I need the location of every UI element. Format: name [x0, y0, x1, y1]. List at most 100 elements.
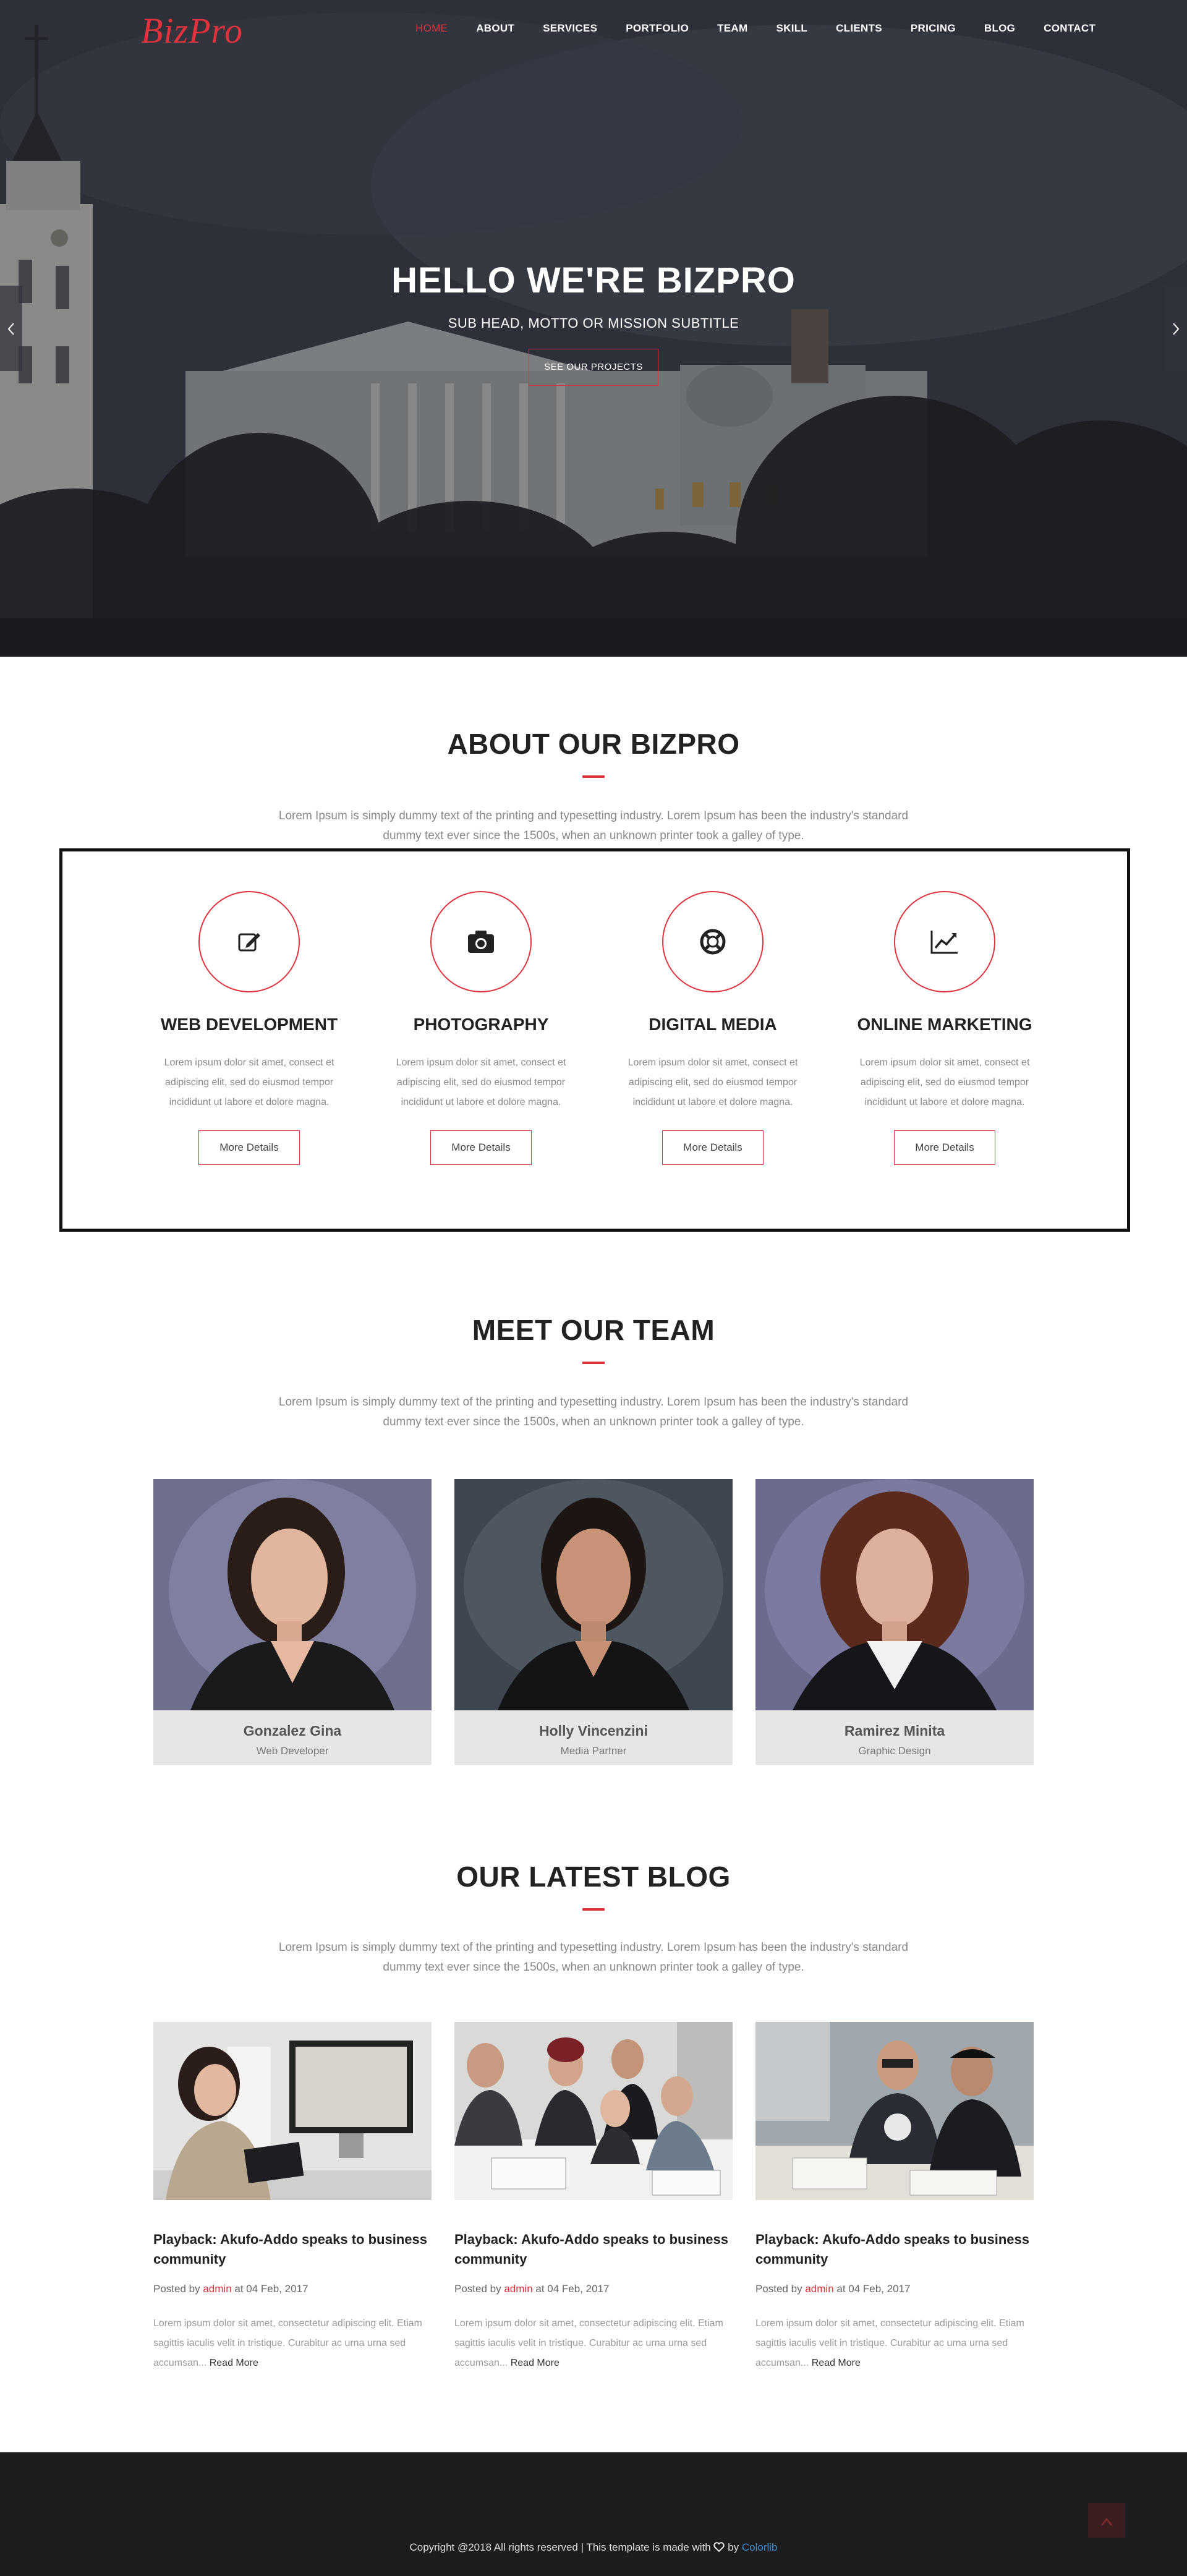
team-member-info: Holly Vincenzini Media Partner — [454, 1710, 733, 1765]
team-member-photo — [454, 1479, 733, 1710]
team-member-name: Ramirez Minita — [844, 1723, 945, 1739]
team-member-role: Media Partner — [560, 1745, 627, 1757]
service-icon-circle — [662, 891, 764, 992]
blog-excerpt-text: Lorem ipsum dolor sit amet, consectetur … — [454, 2318, 723, 2368]
blog-post-date: at 04 Feb, 2017 — [836, 2283, 911, 2295]
team-member-role: Graphic Design — [858, 1745, 931, 1757]
nav-item-skill[interactable]: SKILL — [776, 22, 807, 35]
copyright-label: Copyright @2018 All rights reserved | Th… — [409, 2541, 711, 2553]
blog-post-title[interactable]: Playback: Akufo-Addo speaks to business … — [755, 2230, 1034, 2269]
blog-author-link[interactable]: admin — [203, 2283, 231, 2295]
service-text: Lorem ipsum dolor sit amet, consect et a… — [164, 1057, 334, 1107]
nav-item-contact[interactable]: CONTACT — [1044, 22, 1096, 35]
blog-post-meta: Posted by admin at 04 Feb, 2017 — [153, 2283, 432, 2295]
navbar: BizPro HOME ABOUT SERVICES PORTFOLIO TEA… — [0, 0, 1187, 58]
slider-prev-button[interactable] — [0, 286, 22, 371]
blog-post-image[interactable] — [755, 2022, 1034, 2200]
read-more-link[interactable]: Read More — [210, 2358, 258, 2368]
blog-author-link[interactable]: admin — [805, 2283, 833, 2295]
footer: Copyright @2018 All rights reserved | Th… — [0, 2452, 1187, 2576]
line-chart-icon — [930, 931, 958, 954]
team-member-info: Gonzalez Gina Web Developer — [153, 1710, 432, 1765]
nav-item-clients[interactable]: CLIENTS — [836, 22, 882, 35]
blog-post-date: at 04 Feb, 2017 — [234, 2283, 308, 2295]
posted-by-label: Posted by — [755, 2283, 802, 2295]
nav-item-home[interactable]: HOME — [415, 22, 448, 35]
site-logo[interactable]: BizPro — [141, 10, 243, 51]
see-projects-button[interactable]: SEE OUR PROJECTS — [529, 349, 658, 386]
more-details-button[interactable]: More Details — [430, 1130, 532, 1165]
hero-subtitle: SUB HEAD, MOTTO OR MISSION SUBTITLE — [448, 315, 739, 331]
posted-by-label: Posted by — [454, 2283, 501, 2295]
blog-post-meta: Posted by admin at 04 Feb, 2017 — [454, 2283, 733, 2295]
service-title: WEB DEVELOPMENT — [160, 1015, 338, 1034]
team-member-name: Gonzalez Gina — [243, 1723, 342, 1739]
blog-post-title[interactable]: Playback: Akufo-Addo speaks to business … — [153, 2230, 432, 2269]
more-details-button[interactable]: More Details — [894, 1130, 995, 1165]
chevron-right-icon — [1173, 323, 1180, 335]
team-member-photo — [153, 1479, 432, 1710]
service-text: Lorem ipsum dolor sit amet, consect et a… — [859, 1057, 1030, 1107]
main-nav: HOME ABOUT SERVICES PORTFOLIO TEAM SKILL… — [415, 22, 1124, 35]
hero-section: BizPro HOME ABOUT SERVICES PORTFOLIO TEA… — [0, 0, 1187, 657]
blog-post-image[interactable] — [454, 2022, 733, 2200]
team-member-card[interactable]: Gonzalez Gina Web Developer — [153, 1479, 432, 1765]
back-to-top-button[interactable] — [1088, 2503, 1125, 2538]
service-icon-circle — [894, 891, 995, 992]
nav-item-blog[interactable]: BLOG — [984, 22, 1015, 35]
more-details-button[interactable]: More Details — [198, 1130, 300, 1165]
team-description: Lorem Ipsum is simply dummy text of the … — [278, 1396, 909, 1428]
service-title: ONLINE MARKETING — [857, 1015, 1032, 1034]
hero-title: HELLO WE'RE BIZPRO — [391, 260, 796, 301]
service-text: Lorem ipsum dolor sit amet, consect et a… — [396, 1057, 566, 1107]
blog-title: OUR LATEST BLOG — [456, 1861, 731, 1893]
about-title-underline — [582, 775, 605, 778]
blog-post-excerpt: Lorem ipsum dolor sit amet, consectetur … — [755, 2314, 1034, 2373]
service-icon-circle — [198, 891, 300, 992]
team-title: MEET OUR TEAM — [472, 1314, 715, 1346]
life-ring-icon — [700, 929, 726, 955]
chevron-left-icon — [7, 323, 14, 335]
blog-post-date: at 04 Feb, 2017 — [535, 2283, 610, 2295]
blog-description: Lorem Ipsum is simply dummy text of the … — [278, 1941, 909, 1974]
blog-excerpt-text: Lorem ipsum dolor sit amet, consectetur … — [153, 2318, 422, 2368]
nav-item-about[interactable]: ABOUT — [476, 22, 514, 35]
read-more-link[interactable]: Read More — [511, 2358, 559, 2368]
service-text: Lorem ipsum dolor sit amet, consect et a… — [628, 1057, 798, 1107]
about-title: ABOUT OUR BIZPRO — [447, 728, 740, 760]
team-member-card[interactable]: Ramirez Minita Graphic Design — [755, 1479, 1034, 1765]
slider-next-button[interactable] — [1165, 286, 1187, 371]
blog-post-image[interactable] — [153, 2022, 432, 2200]
nav-item-portfolio[interactable]: PORTFOLIO — [626, 22, 689, 35]
read-more-link[interactable]: Read More — [812, 2358, 861, 2368]
blog-post-excerpt: Lorem ipsum dolor sit amet, consectetur … — [454, 2314, 733, 2373]
colorlib-link[interactable]: Colorlib — [742, 2541, 778, 2553]
camera-icon — [468, 931, 494, 953]
team-member-role: Web Developer — [256, 1745, 329, 1757]
blog-title-underline — [582, 1908, 605, 1911]
team-member-photo — [755, 1479, 1034, 1710]
service-icon-circle — [430, 891, 532, 992]
team-member-name: Holly Vincenzini — [539, 1723, 648, 1739]
arrow-up-icon — [1100, 2517, 1113, 2527]
team-member-info: Ramirez Minita Graphic Design — [755, 1710, 1034, 1765]
service-title: DIGITAL MEDIA — [649, 1015, 777, 1034]
team-title-underline — [582, 1362, 605, 1364]
blog-post-excerpt: Lorem ipsum dolor sit amet, consectetur … — [153, 2314, 432, 2373]
nav-item-team[interactable]: TEAM — [717, 22, 747, 35]
team-member-card[interactable]: Holly Vincenzini Media Partner — [454, 1479, 733, 1765]
more-details-button[interactable]: More Details — [662, 1130, 764, 1165]
about-description: Lorem Ipsum is simply dummy text of the … — [278, 809, 909, 842]
heart-icon — [713, 2542, 725, 2553]
blog-author-link[interactable]: admin — [504, 2283, 532, 2295]
services-box: WEB DEVELOPMENT Lorem ipsum dolor sit am… — [59, 848, 1130, 1232]
service-title: PHOTOGRAPHY — [413, 1015, 549, 1034]
blog-post-meta: Posted by admin at 04 Feb, 2017 — [755, 2283, 1034, 2295]
nav-item-pricing[interactable]: PRICING — [911, 22, 956, 35]
copyright-by: by — [728, 2541, 739, 2553]
edit-icon — [238, 933, 260, 952]
nav-item-services[interactable]: SERVICES — [543, 22, 597, 35]
posted-by-label: Posted by — [153, 2283, 200, 2295]
blog-post-title[interactable]: Playback: Akufo-Addo speaks to business … — [454, 2230, 733, 2269]
copyright-text: Copyright @2018 All rights reserved | Th… — [0, 2541, 1187, 2554]
